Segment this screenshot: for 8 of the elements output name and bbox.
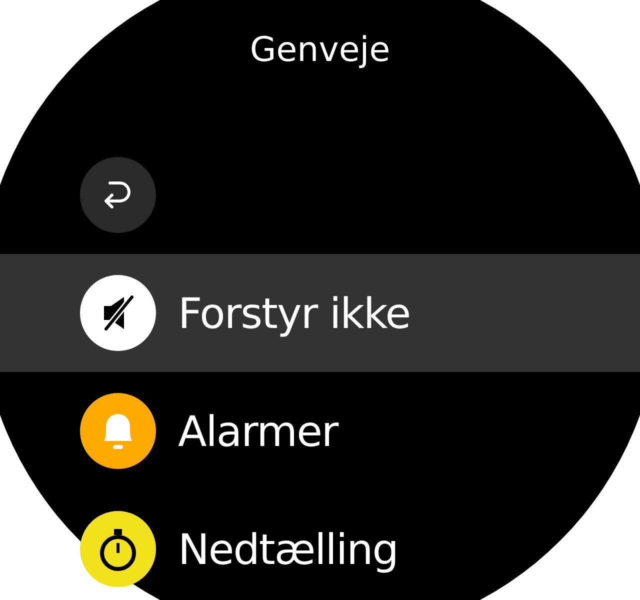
menu-item[interactable]: Alarmer (0, 372, 640, 490)
item-label: Alarmer (178, 406, 338, 456)
back-icon[interactable] (80, 157, 156, 233)
item-label: Forstyr ikke (178, 288, 410, 338)
menu-item[interactable]: Forstyr ikke (0, 254, 640, 372)
item-label: Nedtælling (178, 524, 398, 574)
screen-title: Genveje (250, 30, 390, 70)
menu-item[interactable]: Nedtælling (0, 490, 640, 600)
